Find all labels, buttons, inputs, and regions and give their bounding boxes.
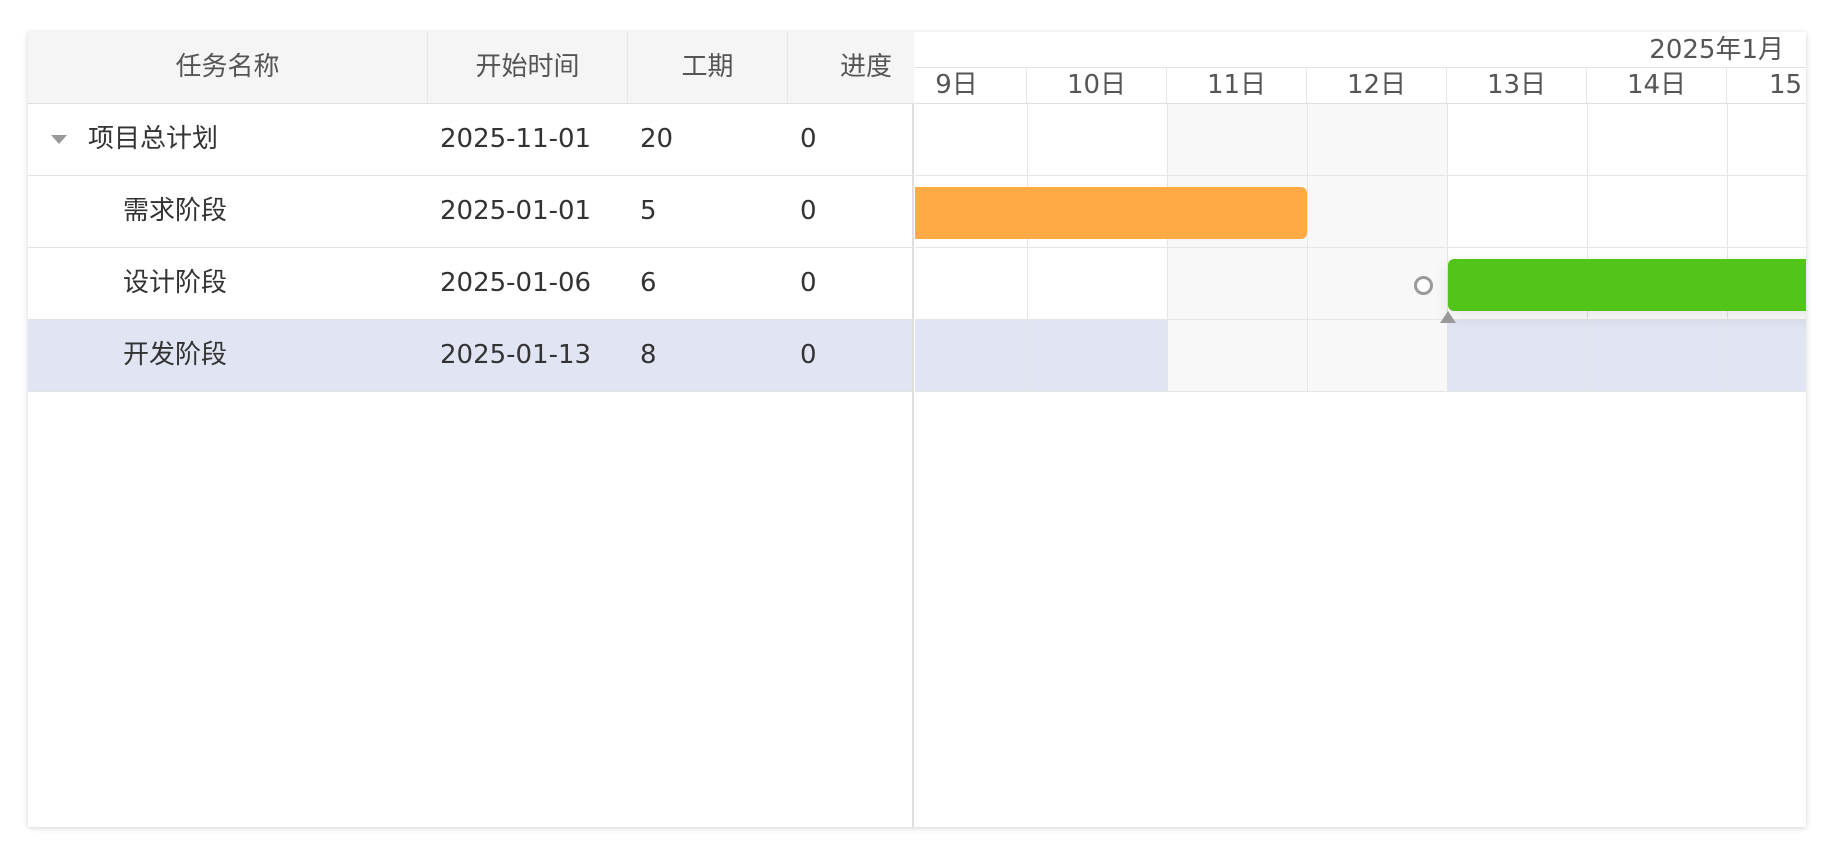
task-row[interactable]: 设计阶段 2025-01-06 6 0 bbox=[28, 248, 912, 320]
day-cell: 13日 bbox=[1447, 68, 1587, 103]
column-header-duration[interactable]: 工期 bbox=[628, 32, 788, 103]
task-progress: 0 bbox=[800, 196, 817, 226]
day-cell: 11日 bbox=[1167, 68, 1307, 103]
task-start: 2025-01-06 bbox=[440, 268, 592, 298]
timeline-body[interactable] bbox=[915, 104, 1806, 392]
selected-row-highlight bbox=[1447, 320, 1806, 392]
caret-down-icon[interactable] bbox=[51, 135, 67, 144]
task-duration: 20 bbox=[640, 124, 674, 154]
task-duration: 5 bbox=[640, 196, 657, 226]
day-gridline bbox=[1167, 104, 1168, 392]
task-row-selected[interactable]: 开发阶段 2025-01-13 8 0 bbox=[28, 320, 912, 392]
circle-icon[interactable] bbox=[1414, 276, 1433, 295]
gantt-chart: 任务名称 开始时间 工期 进度 项目总计划 2025-11-01 20 0 需求… bbox=[28, 32, 1806, 827]
timeline-row bbox=[915, 104, 1806, 176]
day-gridline bbox=[1307, 104, 1308, 392]
task-row[interactable]: 项目总计划 2025-11-01 20 0 bbox=[28, 104, 912, 176]
task-name-cell: 需求阶段 bbox=[28, 176, 428, 247]
column-header-name[interactable]: 任务名称 bbox=[28, 32, 428, 103]
day-cell: 15日 bbox=[1727, 68, 1806, 103]
day-gridline bbox=[1587, 104, 1588, 392]
timescale-month: 2025年1月 bbox=[915, 32, 1806, 68]
task-name-cell: 项目总计划 bbox=[28, 104, 428, 175]
selected-row-highlight bbox=[915, 320, 1167, 392]
task-progress: 0 bbox=[800, 340, 817, 370]
day-gridline bbox=[1027, 104, 1028, 392]
task-start: 2025-01-13 bbox=[440, 340, 592, 370]
task-duration: 8 bbox=[640, 340, 657, 370]
month-label: 2025年1月 bbox=[1649, 35, 1784, 65]
timescale-days: 9日 10日 11日 12日 13日 14日 15日 bbox=[915, 68, 1806, 104]
task-name-cell: 设计阶段 bbox=[28, 248, 428, 319]
task-bar-design[interactable] bbox=[915, 187, 1307, 239]
day-cell: 14日 bbox=[1587, 68, 1727, 103]
task-duration: 6 bbox=[640, 268, 657, 298]
task-name: 项目总计划 bbox=[88, 124, 219, 154]
task-name-cell: 开发阶段 bbox=[28, 320, 428, 391]
day-gridline bbox=[1727, 104, 1728, 392]
day-gridline bbox=[1447, 104, 1448, 392]
task-grid: 任务名称 开始时间 工期 进度 项目总计划 2025-11-01 20 0 需求… bbox=[28, 32, 914, 827]
task-progress: 0 bbox=[800, 268, 817, 298]
task-progress: 0 bbox=[800, 124, 817, 154]
task-start: 2025-01-01 bbox=[440, 196, 592, 226]
task-name: 需求阶段 bbox=[123, 196, 228, 226]
triangle-up-icon bbox=[1440, 311, 1456, 323]
task-bar-development[interactable] bbox=[1448, 259, 1806, 311]
timeline-chart: 2025年1月 9日 10日 11日 12日 13日 14日 15日 bbox=[915, 32, 1806, 827]
day-cell: 10日 bbox=[1027, 68, 1167, 103]
day-cell: 9日 bbox=[915, 68, 1027, 103]
task-name: 开发阶段 bbox=[123, 340, 228, 370]
task-start: 2025-11-01 bbox=[440, 124, 592, 154]
column-header-progress[interactable]: 进度 bbox=[788, 32, 912, 103]
grid-header: 任务名称 开始时间 工期 进度 bbox=[28, 32, 914, 104]
column-header-start[interactable]: 开始时间 bbox=[428, 32, 628, 103]
task-row[interactable]: 需求阶段 2025-01-01 5 0 bbox=[28, 176, 912, 248]
day-cell: 12日 bbox=[1307, 68, 1447, 103]
task-name: 设计阶段 bbox=[123, 268, 228, 298]
